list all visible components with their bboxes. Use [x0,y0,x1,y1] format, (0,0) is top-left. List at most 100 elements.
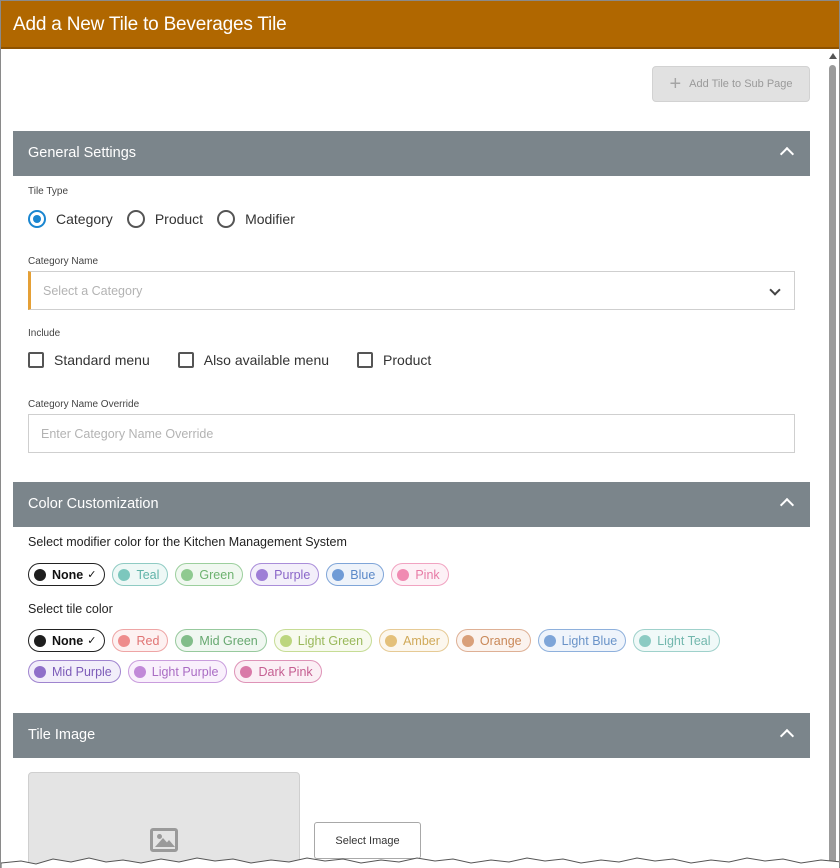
kms-color-chip-green[interactable]: Green [175,563,244,586]
checkbox-unchecked-icon[interactable] [177,352,194,368]
color-dot-icon [256,568,269,581]
color-dot-icon [118,634,131,647]
checkbox-standard-menu-label: Standard menu [54,352,150,368]
tile-color-chip-mid-green[interactable]: Mid Green [175,629,267,652]
add-tile-to-sub-page-button[interactable]: + Add Tile to Sub Page [652,66,810,102]
scroll-up-arrow-icon[interactable] [829,53,837,59]
radio-category-label: Category [56,211,113,227]
tile-image-header[interactable]: Tile Image [13,713,810,758]
general-settings-title: General Settings [28,145,137,161]
checkbox-product-label: Product [383,352,432,368]
category-select-placeholder: Select a Category [43,284,143,298]
kms-color-chip-label: Pink [415,567,440,582]
category-select[interactable]: Select a Category [28,271,795,310]
tile-color-chip-dark-pink[interactable]: Dark Pink [234,660,322,683]
tile-color-chip-label: Mid Green [199,633,258,648]
tile-color-chip-label: Orange [479,633,522,648]
color-dot-icon [332,568,345,581]
collapse-chevron-up-icon[interactable] [779,728,795,744]
scrollbar-thumb[interactable] [829,65,836,865]
color-customization-header[interactable]: Color Customization [13,482,810,527]
checkbox-unchecked-icon[interactable] [28,352,44,368]
color-dot-icon [118,568,131,581]
tile-image-title: Tile Image [28,727,96,743]
torn-edge-decoration [1,857,839,868]
checkbox-product[interactable]: Product [357,352,431,368]
kms-color-chip-label: Green [199,567,235,582]
include-checkbox-group: Standard menu Also available menu Produc… [28,352,459,368]
color-dot-icon [133,665,146,678]
tile-color-chip-light-teal[interactable]: Light Teal [633,629,720,652]
dialog-window: Add a New Tile to Beverages Tile + Add T… [0,0,840,868]
plus-icon: + [669,73,682,95]
tile-color-chip-light-blue[interactable]: Light Blue [537,629,627,652]
tile-color-chip-amber[interactable]: Amber [379,629,449,652]
tile-color-chip-mid-purple[interactable]: Mid Purple [28,660,121,683]
checkbox-also-available-menu-label: Also available menu [203,352,330,368]
tile-color-chip-label: Light Teal [657,633,711,648]
color-dot-icon [34,665,46,678]
tile-color-chip-group: None ✓ Red Mid Green Light Green Amber Orange L… [28,629,808,691]
tile-type-label: Tile Type [28,186,69,197]
radio-product[interactable]: Product [126,210,204,228]
kms-color-chip-label: Teal [136,567,160,582]
tile-color-chip-label: Amber [403,633,440,648]
kms-color-chip-label: None [52,567,84,582]
collapse-chevron-up-icon[interactable] [779,497,795,513]
radio-category[interactable]: Category [28,210,113,228]
check-mark-icon: ✓ [87,569,97,581]
category-name-override-input[interactable] [29,415,794,452]
color-customization-title: Color Customization [28,496,159,512]
dialog-titlebar: Add a New Tile to Beverages Tile [1,1,839,49]
kms-color-chip-group: None ✓ Teal Green Purple Blue Pink [28,563,808,594]
collapse-chevron-up-icon[interactable] [779,146,795,162]
kms-color-chip-pink[interactable]: Pink [391,563,449,586]
kms-color-label: Select modifier color for the Kitchen Ma… [28,535,347,549]
radio-selected-icon[interactable] [28,210,46,228]
tile-type-radio-group: Category Product Modifier [28,210,309,228]
check-mark-icon: ✓ [87,635,97,647]
tile-color-chip-light-green[interactable]: Light Green [273,629,373,652]
category-name-override-label: Category Name Override [28,399,140,410]
color-dot-icon [397,568,410,581]
tile-color-chip-label: None [52,633,84,648]
color-dot-icon [461,634,474,647]
tile-color-chip-none[interactable]: None ✓ [28,629,106,652]
checkbox-unchecked-icon[interactable] [357,352,374,368]
radio-product-label: Product [154,211,204,227]
color-dot-icon [240,665,253,678]
vertical-scrollbar[interactable] [828,53,837,868]
radio-modifier-label: Modifier [245,211,295,227]
color-dot-icon [385,634,398,647]
radio-unselected-icon[interactable] [126,210,145,228]
checkbox-also-available-menu[interactable]: Also available menu [177,352,330,368]
checkbox-standard-menu[interactable]: Standard menu [28,352,150,368]
tile-color-chip-light-purple[interactable]: Light Purple [127,660,228,683]
color-dot-icon [181,568,194,581]
color-dot-icon [181,634,194,647]
color-dot-icon [639,634,652,647]
category-name-label: Category Name [28,256,99,267]
category-name-override-field[interactable] [28,414,795,453]
tile-color-chip-red[interactable]: Red [112,629,169,652]
tile-color-chip-orange[interactable]: Orange [455,629,531,652]
kms-color-chip-none[interactable]: None ✓ [28,563,106,586]
tile-color-chip-label: Light Blue [561,633,618,648]
general-settings-header[interactable]: General Settings [13,131,810,176]
chevron-down-icon[interactable] [769,284,781,296]
kms-color-chip-blue[interactable]: Blue [326,563,385,586]
tile-color-chip-label: Dark Pink [258,664,313,679]
kms-color-chip-purple[interactable]: Purple [250,563,320,586]
color-dot-icon [279,634,292,647]
tile-color-chip-label: Light Green [297,633,364,648]
tile-color-chip-label: Red [136,633,160,648]
add-tile-button-label: Add Tile to Sub Page [689,78,793,90]
kms-color-chip-teal[interactable]: Teal [112,563,169,586]
radio-modifier[interactable]: Modifier [217,210,295,228]
tile-color-chip-label: Mid Purple [52,664,112,679]
radio-unselected-icon[interactable] [217,210,236,228]
tile-color-chip-label: Light Purple [151,664,219,679]
kms-color-chip-label: Purple [274,567,311,582]
color-dot-icon [34,568,46,581]
kms-color-chip-label: Blue [350,567,376,582]
